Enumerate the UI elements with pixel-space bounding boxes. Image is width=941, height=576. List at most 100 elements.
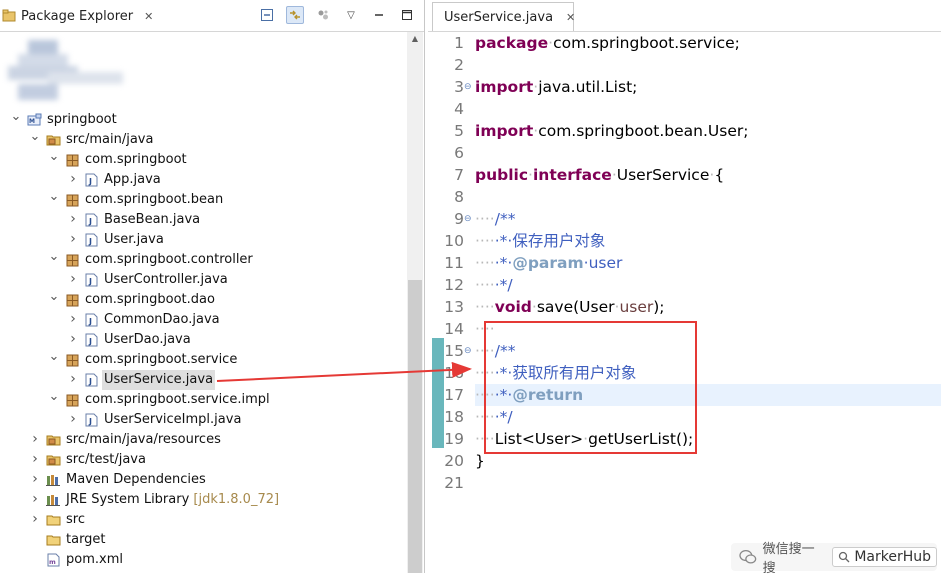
code-text: } (475, 450, 485, 472)
source-folder-icon (46, 133, 61, 147)
scroll-up-icon[interactable]: ▲ (407, 34, 423, 48)
editor-tab-userservice[interactable]: J UserService.java ✕ (432, 2, 575, 31)
chevron-down-icon[interactable]: ⌄ (48, 290, 60, 310)
scroll-thumb[interactable] (408, 280, 422, 573)
chevron-down-icon[interactable]: ⌄ (10, 110, 22, 130)
focus-button[interactable] (314, 6, 332, 24)
close-icon[interactable]: ✕ (566, 11, 575, 24)
fold-toggle-icon[interactable]: ⊖ (464, 208, 472, 230)
tree-item[interactable]: › J UserController.java (0, 270, 406, 290)
close-icon[interactable]: ✕ (144, 10, 153, 23)
link-with-editor-button[interactable] (286, 6, 304, 24)
code-line[interactable]: 4 (454, 98, 941, 120)
chevron-right-icon[interactable]: › (29, 470, 41, 490)
blurred-region (8, 40, 123, 100)
tree-item[interactable]: › Maven Dependencies (0, 470, 406, 490)
fold-toggle-icon[interactable]: ⊖ (464, 340, 472, 362)
tree-item-text: pom.xml (66, 552, 123, 567)
explorer-scrollbar[interactable]: ▲ (407, 32, 423, 573)
tree-item[interactable]: › J App.java (0, 170, 406, 190)
code-line[interactable]: 7 public·interface·UserService·{ (454, 164, 941, 186)
chevron-right-icon[interactable]: › (67, 170, 79, 190)
chevron-right-icon[interactable]: › (29, 490, 41, 510)
code-text: ·····*·@return (475, 384, 583, 406)
code-line[interactable]: 12 ·····*/ (444, 274, 941, 296)
minimize-button[interactable] (370, 6, 388, 24)
tree-item[interactable]: ⌄ com.springboot.service (0, 350, 406, 370)
chevron-right-icon[interactable]: › (67, 330, 79, 350)
tree-item[interactable]: ⌄ com.springboot.dao (0, 290, 406, 310)
tree-item[interactable]: › J UserServiceImpl.java (0, 410, 406, 430)
code-line[interactable]: 19 ····List<User>·getUserList(); (444, 428, 941, 450)
chevron-down-icon[interactable]: ⌄ (29, 130, 41, 150)
tree-item[interactable]: › J UserDao.java (0, 330, 406, 350)
chevron-right-icon[interactable]: › (67, 210, 79, 230)
code-line[interactable]: 20} (444, 450, 941, 472)
tree-item[interactable]: ⌄ Mspringboot (0, 110, 406, 130)
chevron-right-icon[interactable]: › (29, 510, 41, 530)
chevron-right-icon[interactable]: › (67, 230, 79, 250)
chevron-down-icon[interactable]: ⌄ (48, 250, 60, 270)
chevron-right-icon[interactable]: › (67, 410, 79, 430)
editor-tab-label: UserService.java (444, 9, 554, 25)
tree-item[interactable]: › J BaseBean.java (0, 210, 406, 230)
chevron-right-icon[interactable]: › (29, 430, 41, 450)
code-token: ·*/ (494, 276, 513, 294)
tree-item[interactable]: › src/test/java (0, 450, 406, 470)
maximize-button[interactable] (398, 6, 416, 24)
fold-toggle-icon[interactable]: ⊖ (464, 76, 472, 98)
tree-item[interactable]: › J CommonDao.java (0, 310, 406, 330)
code-line[interactable]: 13 ····void·save(User·user); (444, 296, 941, 318)
code-line[interactable]: 8 (454, 186, 941, 208)
code-line[interactable]: 16 ·····*·获取所有用户对象 (444, 362, 941, 384)
view-menu-button[interactable]: ▽ (342, 6, 360, 24)
chevron-down-icon: ▽ (347, 9, 355, 21)
collapse-all-button[interactable] (258, 6, 276, 24)
code-line[interactable]: 5 import·com.springboot.bean.User; (454, 120, 941, 142)
code-line[interactable]: 15 ⊖ ····/** (444, 340, 941, 362)
code-line[interactable]: 9 ⊖ ····/** (454, 208, 941, 230)
tree-item[interactable]: target (0, 530, 406, 550)
tree-item[interactable]: › src/main/java/resources (0, 430, 406, 450)
chevron-right-icon[interactable]: › (67, 270, 79, 290)
xml-file-icon: m (46, 553, 61, 567)
tree-item[interactable]: ⌄ com.springboot.controller (0, 250, 406, 270)
code-line[interactable]: 21 (444, 472, 941, 494)
tree-item[interactable]: ⌄ com.springboot (0, 150, 406, 170)
chevron-down-icon[interactable]: ⌄ (48, 390, 60, 410)
tree-item[interactable]: ⌄ com.springboot.service.impl (0, 390, 406, 410)
chevron-right-icon[interactable]: › (29, 450, 41, 470)
tree-item-text: BaseBean.java (104, 212, 201, 227)
tree-item[interactable]: › J UserService.java (0, 370, 406, 390)
code-token: user (619, 298, 654, 316)
chevron-down-icon[interactable]: ⌄ (48, 190, 60, 210)
chevron-right-icon[interactable]: › (67, 370, 79, 390)
java-file-icon: J (84, 333, 99, 347)
code-line[interactable]: 17 ·····*·@return (444, 384, 941, 406)
tree-item-label: UserServiceImpl.java (104, 410, 241, 430)
code-token: ···· (475, 408, 495, 426)
chevron-down-icon[interactable]: ⌄ (48, 150, 60, 170)
code-line[interactable]: 1 package·com.springboot.service; (454, 32, 941, 54)
code-line[interactable]: 11 ·····*·@param·user (444, 252, 941, 274)
chevron-down-icon[interactable]: ⌄ (48, 350, 60, 370)
chevron-right-icon[interactable]: › (67, 310, 79, 330)
package-explorer-icon (2, 9, 16, 22)
code-line[interactable]: 18 ·····*/ (444, 406, 941, 428)
tree-item[interactable]: › J User.java (0, 230, 406, 250)
code-line[interactable]: 3 ⊖ import·java.util.List; (454, 76, 941, 98)
tree-item[interactable]: m pom.xml (0, 550, 406, 570)
tree-item[interactable]: › src (0, 510, 406, 530)
tree-item[interactable]: › JRE System Library [jdk1.8.0_72] (0, 490, 406, 510)
package-explorer-tab[interactable]: Package Explorer ✕ (2, 2, 153, 30)
tree-item[interactable]: ⌄ src/main/java (0, 130, 406, 150)
code-area[interactable]: 1 package·com.springboot.service; 2 3 ⊖ impor… (444, 32, 941, 494)
code-line[interactable]: 10 ·····*·保存用户对象 (444, 230, 941, 252)
code-line[interactable]: 6 (454, 142, 941, 164)
code-line[interactable]: 2 (454, 54, 941, 76)
tree-item[interactable]: ⌄ com.springboot.bean (0, 190, 406, 210)
code-text: import·com.springboot.bean.User; (475, 120, 748, 142)
code-line[interactable]: 14 ···· (444, 318, 941, 340)
java-file-icon: J (84, 213, 99, 227)
code-token: /** (494, 210, 516, 228)
